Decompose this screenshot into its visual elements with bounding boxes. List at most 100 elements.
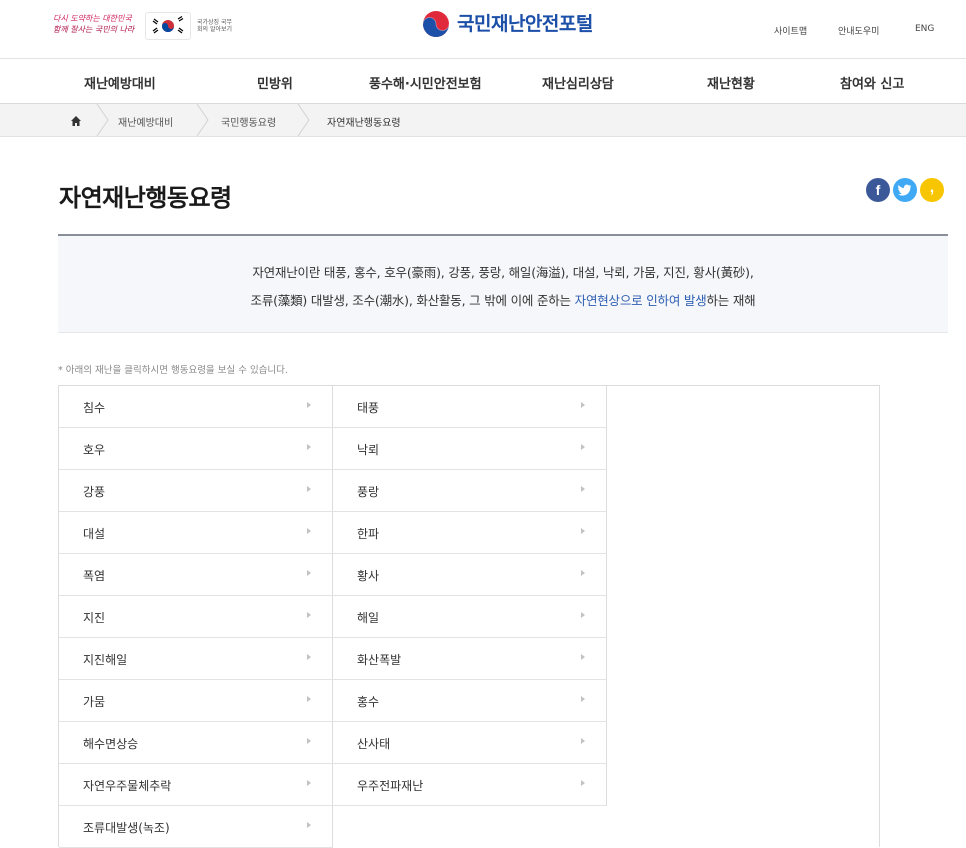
chevron-right-icon (297, 104, 310, 136)
definition-box: 자연재난이란 태풍, 홍수, 호우(豪雨), 강풍, 풍랑, 해일(海溢), 대… (58, 234, 948, 333)
arrow-right-icon (307, 444, 311, 450)
arrow-right-icon (581, 738, 585, 744)
disaster-item-label: 낙뢰 (357, 443, 380, 457)
promo-slogan-line2: 함께 잘사는 국민의 나라 (53, 25, 135, 34)
nav-disaster-preparedness[interactable]: 재난예방대비 (84, 73, 156, 92)
disaster-item-label: 자연우주물체추락 (83, 779, 172, 793)
nav-participation-report[interactable]: 참여와 신고 (840, 73, 904, 92)
breadcrumb-level3[interactable]: 자연재난행동요령 (327, 114, 401, 129)
disaster-item-label: 조류대발생(녹조) (83, 821, 170, 835)
disaster-item[interactable]: 호우 (59, 428, 333, 470)
disaster-item-label: 호우 (83, 443, 106, 457)
arrow-right-icon (581, 696, 585, 702)
arrow-right-icon (307, 654, 311, 660)
promo-caption: 국가상징 국무회의 알아보기 (197, 19, 233, 33)
disaster-item[interactable]: 조류대발생(녹조) (59, 806, 333, 848)
english-link[interactable]: ENG (915, 24, 934, 34)
definition-line2-before: 조류(藻類) 대발생, 조수(潮水), 화산활동, 그 밖에 이에 준하는 (250, 293, 575, 308)
taegeuk-flag-icon (145, 12, 191, 40)
arrow-right-icon (581, 402, 585, 408)
disaster-item-label: 산사태 (357, 737, 391, 751)
arrow-right-icon (307, 696, 311, 702)
definition-line2-after: 하는 재해 (706, 293, 756, 308)
home-icon[interactable] (70, 115, 82, 127)
promo-slogan-line1: 다시 도약하는 대한민국 (53, 14, 132, 23)
arrow-right-icon (307, 570, 311, 576)
sitemap-link[interactable]: 사이트맵 (774, 24, 807, 37)
arrow-right-icon (307, 738, 311, 744)
disaster-item[interactable]: 해수면상승 (59, 722, 333, 764)
chevron-right-icon (96, 104, 109, 136)
disaster-item-label: 폭염 (83, 569, 106, 583)
arrow-right-icon (307, 822, 311, 828)
disaster-item[interactable]: 한파 (333, 512, 607, 554)
arrow-right-icon (581, 486, 585, 492)
twitter-icon[interactable] (893, 178, 917, 202)
disaster-item-label: 해수면상승 (83, 737, 139, 751)
disaster-item[interactable]: 홍수 (333, 680, 607, 722)
disaster-item-label: 강풍 (83, 485, 106, 499)
disaster-item-label: 황사 (357, 569, 380, 583)
definition-line2: 조류(藻類) 대발생, 조수(潮水), 화산활동, 그 밖에 이에 준하는 자연… (58, 290, 948, 309)
arrow-right-icon (581, 780, 585, 786)
disaster-item[interactable]: 산사태 (333, 722, 607, 764)
guide-link[interactable]: 안내도우미 (838, 24, 879, 37)
nav-disaster-status[interactable]: 재난현황 (707, 73, 755, 92)
nav-counseling[interactable]: 재난심리상담 (542, 73, 614, 92)
chevron-right-icon (196, 104, 209, 136)
instruction-note: * 아래의 재난을 클릭하시면 행동요령을 보실 수 있습니다. (58, 365, 288, 376)
disaster-item-label: 가뭄 (83, 695, 106, 709)
kakao-story-icon[interactable]: , (920, 178, 944, 202)
disaster-item[interactable]: 지진 (59, 596, 333, 638)
disaster-item[interactable]: 낙뢰 (333, 428, 607, 470)
disaster-grid: 침수호우강풍대설폭염지진지진해일가뭄해수면상승자연우주물체추락조류대발생(녹조)… (58, 385, 880, 848)
definition-line1: 자연재난이란 태풍, 홍수, 호우(豪雨), 강풍, 풍랑, 해일(海溢), 대… (252, 265, 754, 280)
twitter-bird-icon (898, 184, 911, 196)
disaster-item-label: 침수 (83, 401, 106, 415)
promo-slogan: 다시 도약하는 대한민국 함께 잘사는 국민의 나라 (53, 13, 141, 39)
disaster-item-label: 지진해일 (83, 653, 128, 667)
disaster-item[interactable]: 침수 (59, 386, 333, 428)
disaster-item[interactable]: 지진해일 (59, 638, 333, 680)
arrow-right-icon (581, 654, 585, 660)
facebook-icon[interactable]: f (866, 178, 890, 202)
promo-banner[interactable]: 다시 도약하는 대한민국 함께 잘사는 국민의 나라 국가상징 국무회의 알아보… (53, 12, 237, 40)
arrow-right-icon (581, 612, 585, 618)
breadcrumb: 재난예방대비 국민행동요령 자연재난행동요령 (0, 104, 966, 137)
disaster-item[interactable]: 가뭄 (59, 680, 333, 722)
arrow-right-icon (307, 780, 311, 786)
arrow-right-icon (307, 612, 311, 618)
definition-highlight: 자연현상으로 인하여 발생 (574, 293, 707, 308)
disaster-item-label: 풍랑 (357, 485, 380, 499)
disaster-item-label: 대설 (83, 527, 106, 541)
arrow-right-icon (307, 528, 311, 534)
nav-civil-defense[interactable]: 민방위 (257, 73, 293, 92)
arrow-right-icon (307, 486, 311, 492)
disaster-item[interactable]: 해일 (333, 596, 607, 638)
disaster-item-label: 우주전파재난 (357, 779, 424, 793)
breadcrumb-level1[interactable]: 재난예방대비 (118, 114, 173, 129)
arrow-right-icon (581, 570, 585, 576)
kakao-glyph: , (929, 179, 935, 196)
top-header: 다시 도약하는 대한민국 함께 잘사는 국민의 나라 국가상징 국무회의 알아보… (0, 0, 966, 58)
disaster-item[interactable]: 강풍 (59, 470, 333, 512)
disaster-item[interactable]: 태풍 (333, 386, 607, 428)
disaster-item-label: 홍수 (357, 695, 380, 709)
brand-home-link[interactable]: 국민재난안전포털 (422, 10, 593, 38)
brand-title: 국민재난안전포털 (457, 13, 593, 35)
breadcrumb-level2[interactable]: 국민행동요령 (221, 114, 276, 129)
disaster-item-label: 해일 (357, 611, 380, 625)
disaster-item[interactable]: 풍랑 (333, 470, 607, 512)
arrow-right-icon (307, 402, 311, 408)
brand-logo-icon (422, 11, 450, 37)
disaster-item[interactable]: 화산폭발 (333, 638, 607, 680)
disaster-item[interactable]: 황사 (333, 554, 607, 596)
nav-insurance[interactable]: 풍수해·시민안전보험 (369, 73, 482, 92)
disaster-item[interactable]: 폭염 (59, 554, 333, 596)
arrow-right-icon (581, 528, 585, 534)
disaster-item[interactable]: 자연우주물체추락 (59, 764, 333, 806)
disaster-item[interactable]: 대설 (59, 512, 333, 554)
page-title: 자연재난행동요령 (59, 184, 232, 212)
disaster-item-label: 태풍 (357, 401, 380, 415)
disaster-item[interactable]: 우주전파재난 (333, 764, 607, 806)
